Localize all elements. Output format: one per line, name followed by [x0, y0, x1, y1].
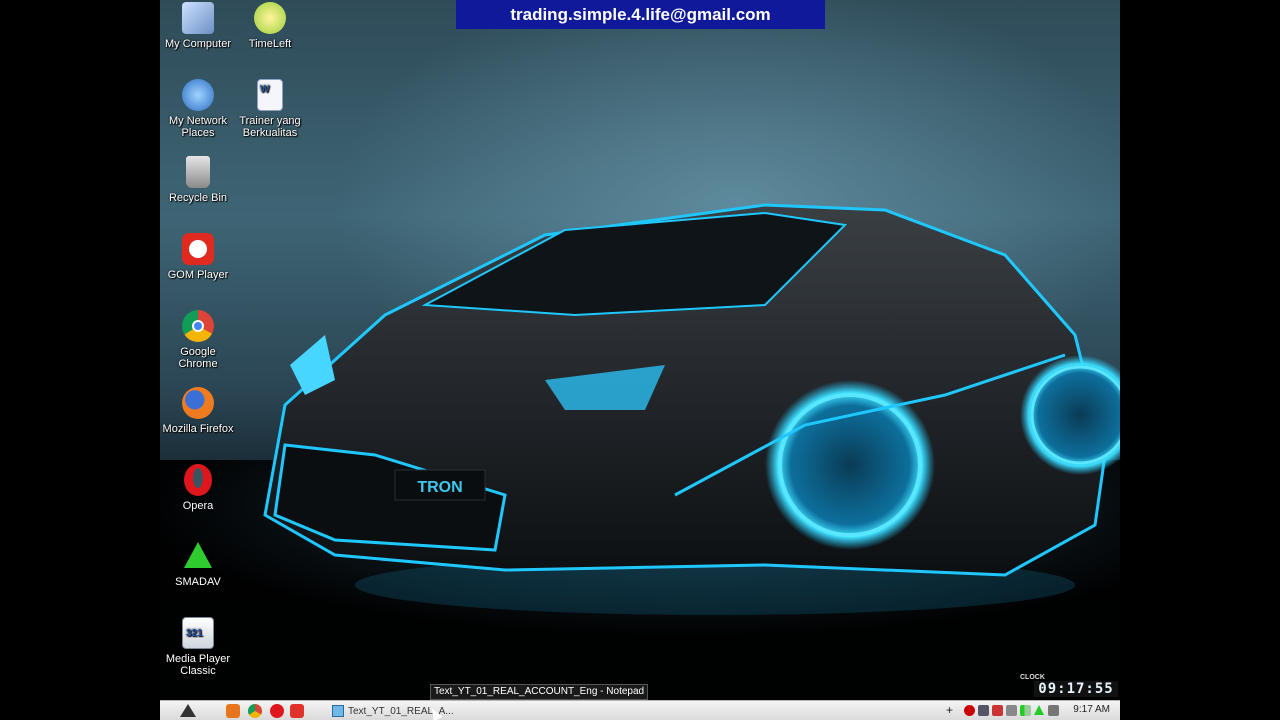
desktop-icon-trainer-yang-berkualitas[interactable]: W Trainer yang Berkualitas — [232, 79, 308, 139]
desktop-icon-media-player-classic[interactable]: 321 Media Player Classic — [160, 617, 236, 677]
signal-tray-icon[interactable] — [1020, 705, 1031, 716]
plate-text: TRON — [417, 479, 462, 496]
desktop-icon-label: SMADAV — [175, 576, 221, 588]
desktop-icon-label: My Network Places — [168, 115, 228, 139]
network-globe-icon — [182, 79, 214, 111]
taskbar: Text_YT_01_REAL_A... + 9:17 AM — [160, 700, 1120, 720]
desktop-icon-label: GOM Player — [167, 269, 229, 281]
desktop-icon-gom-player[interactable]: GOM Player — [160, 233, 236, 281]
desktop-icon-label: My Computer — [164, 38, 232, 50]
desktop-icon-label: TimeLeft — [248, 38, 292, 50]
desktop-icon-smadav[interactable]: SMADAV — [160, 540, 236, 588]
smadav-tray-icon[interactable] — [1034, 705, 1045, 716]
usb-tray-icon[interactable] — [1006, 705, 1017, 716]
desktop-icon-mozilla-firefox[interactable]: Mozilla Firefox — [160, 387, 236, 435]
word-document-icon: W — [257, 79, 283, 111]
desktop-icon-timeleft[interactable]: TimeLeft — [232, 2, 308, 50]
clock-icon — [254, 2, 286, 34]
gom-quicklaunch-icon[interactable] — [290, 704, 304, 718]
desktop-icon-label: Google Chrome — [178, 346, 218, 370]
taskbar-tooltip: Text_YT_01_REAL_ACCOUNT_Eng - Notepad — [430, 684, 649, 700]
network-tray-icon[interactable] — [992, 705, 1003, 716]
desktop-icon-opera[interactable]: Opera — [160, 464, 236, 512]
volume-tray-icon[interactable] — [1048, 705, 1059, 716]
media-player-classic-icon: 321 — [182, 617, 214, 649]
desktop: TRON trading.simple.4.life@gmail.com My … — [160, 0, 1120, 720]
desktop-icon-recycle-bin[interactable]: Recycle Bin — [160, 156, 236, 204]
desktop-icon-label: Recycle Bin — [168, 192, 228, 204]
desktop-icon-label: Media Player Classic — [165, 653, 231, 677]
clock-widget-time: 09:17:55 — [1034, 681, 1118, 697]
start-menu-icon[interactable] — [180, 704, 196, 718]
desktop-icon-label: Trainer yang Berkualitas — [239, 115, 301, 139]
tron-car-image: TRON — [263, 203, 1120, 615]
recycle-bin-icon — [186, 156, 210, 188]
desktop-icon-my-computer[interactable]: My Computer — [160, 2, 236, 50]
tray-expand-icon[interactable]: + — [946, 703, 953, 717]
chrome-quicklaunch-icon[interactable] — [248, 704, 262, 718]
opera-icon — [184, 464, 212, 496]
display-tray-icon[interactable] — [978, 705, 989, 716]
taskbar-clock[interactable]: 9:17 AM — [1073, 704, 1110, 715]
clock-widget-label: CLOCK — [1020, 674, 1045, 681]
clock-widget: CLOCK 09:17:55 — [1020, 674, 1118, 698]
firefox-quicklaunch-icon[interactable] — [226, 704, 240, 718]
gom-player-icon — [182, 233, 214, 265]
notepad-icon — [332, 705, 344, 717]
record-tray-icon[interactable] — [964, 705, 975, 716]
email-banner: trading.simple.4.life@gmail.com — [456, 0, 825, 29]
my-computer-icon — [182, 2, 214, 34]
desktop-icon-my-network-places[interactable]: My Network Places — [160, 79, 236, 139]
desktop-icon-label: Mozilla Firefox — [162, 423, 234, 435]
desktop-icon-label: Opera — [182, 500, 214, 512]
opera-quicklaunch-icon[interactable] — [270, 704, 284, 718]
chrome-icon — [182, 310, 214, 342]
desktop-icon-google-chrome[interactable]: Google Chrome — [160, 310, 236, 370]
smadav-icon — [182, 540, 214, 572]
firefox-icon — [182, 387, 214, 419]
